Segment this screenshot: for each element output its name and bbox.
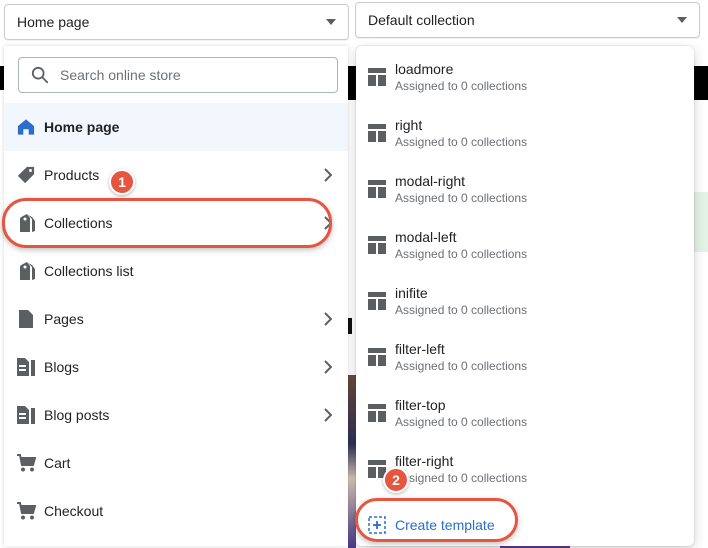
template-option-assignment: Assigned to 0 collections xyxy=(395,247,528,261)
layout-icon xyxy=(368,180,386,198)
template-option-name: right xyxy=(395,117,423,133)
tags-icon xyxy=(16,261,36,281)
nav-item-label: Checkout xyxy=(44,503,104,519)
nav-item-label: Cart xyxy=(44,455,71,471)
nav-item-label: Blog posts xyxy=(44,407,110,423)
caret-down-icon xyxy=(677,17,687,23)
layout-icon xyxy=(368,292,386,310)
background-banner-strip xyxy=(348,66,356,100)
cart-icon xyxy=(16,453,36,473)
template-dropdown: loadmore Assigned to 0 collections right… xyxy=(356,46,694,546)
cart-icon xyxy=(16,501,36,521)
nav-item-blog-posts[interactable]: Blog posts xyxy=(4,391,348,439)
template-option-assignment: Assigned to 0 collections xyxy=(395,359,528,373)
step-badge-2: 2 xyxy=(383,467,409,493)
page-type-menu: Home page Products Collections Collectio… xyxy=(4,46,348,546)
nav-item-label: Blogs xyxy=(44,359,80,375)
search-field[interactable] xyxy=(18,57,338,93)
template-option-assignment: Assigned to 0 collections xyxy=(395,79,528,93)
page-type-select[interactable]: Home page xyxy=(4,4,349,40)
chevron-right-icon xyxy=(324,312,332,326)
template-option-name: modal-right xyxy=(395,173,466,189)
nav-item-blogs[interactable]: Blogs xyxy=(4,343,348,391)
nav-item-label: Home page xyxy=(44,119,120,135)
highlight-ring-collections xyxy=(2,198,332,248)
tag-icon xyxy=(16,165,36,185)
nav-item-cart[interactable]: Cart xyxy=(4,439,348,487)
template-option-name: loadmore xyxy=(395,61,454,77)
blog-icon xyxy=(16,357,36,377)
template-option[interactable]: right Assigned to 0 collections xyxy=(356,102,694,158)
nav-item-label: Pages xyxy=(44,311,84,327)
template-option[interactable]: modal-left Assigned to 0 collections xyxy=(356,214,694,270)
template-option-name: modal-left xyxy=(395,229,457,245)
page-icon xyxy=(16,309,36,329)
page-type-select-value: Home page xyxy=(17,14,90,30)
layout-icon xyxy=(368,236,386,254)
step-badge-1: 1 xyxy=(109,169,135,195)
template-option-assignment: Assigned to 0 collections xyxy=(395,191,528,205)
blog-icon xyxy=(16,405,36,425)
template-option-name: inifite xyxy=(395,285,428,301)
search-input[interactable] xyxy=(58,66,322,84)
chevron-right-icon xyxy=(324,168,332,182)
background-highlight-strip xyxy=(694,192,708,252)
template-option-name: filter-right xyxy=(395,453,454,469)
nav-item-home-page[interactable]: Home page xyxy=(4,103,348,151)
nav-item-collections-list[interactable]: Collections list xyxy=(4,247,348,295)
nav-item-label: Products xyxy=(44,167,100,183)
layout-icon xyxy=(368,124,386,142)
chevron-right-icon xyxy=(324,360,332,374)
template-option-assignment: Assigned to 0 collections xyxy=(395,471,528,485)
template-option-name: filter-left xyxy=(395,341,445,357)
template-select-value: Default collection xyxy=(368,12,475,28)
template-option-name: filter-top xyxy=(395,397,446,413)
nav-item-products[interactable]: Products xyxy=(4,151,348,199)
template-option[interactable]: filter-top Assigned to 0 collections xyxy=(356,382,694,438)
layout-icon xyxy=(368,68,386,86)
home-icon xyxy=(16,117,36,137)
caret-down-icon xyxy=(326,19,336,25)
template-select[interactable]: Default collection xyxy=(355,2,700,38)
template-option-assignment: Assigned to 0 collections xyxy=(395,135,528,149)
nav-item-label: Collections list xyxy=(44,263,134,279)
background-divider xyxy=(348,318,352,334)
layout-icon xyxy=(368,404,386,422)
chevron-right-icon xyxy=(324,408,332,422)
background-banner-strip xyxy=(694,66,708,100)
template-option[interactable]: modal-right Assigned to 0 collections xyxy=(356,158,694,214)
layout-icon xyxy=(368,348,386,366)
template-option[interactable]: filter-left Assigned to 0 collections xyxy=(356,326,694,382)
template-option[interactable]: inifite Assigned to 0 collections xyxy=(356,270,694,326)
nav-item-checkout[interactable]: Checkout xyxy=(4,487,348,535)
template-option-assignment: Assigned to 0 collections xyxy=(395,303,528,317)
search-icon xyxy=(31,66,49,84)
template-option-assignment: Assigned to 0 collections xyxy=(395,415,528,429)
template-option[interactable]: loadmore Assigned to 0 collections xyxy=(356,46,694,102)
nav-item-pages[interactable]: Pages xyxy=(4,295,348,343)
highlight-ring-create-template xyxy=(355,498,518,542)
